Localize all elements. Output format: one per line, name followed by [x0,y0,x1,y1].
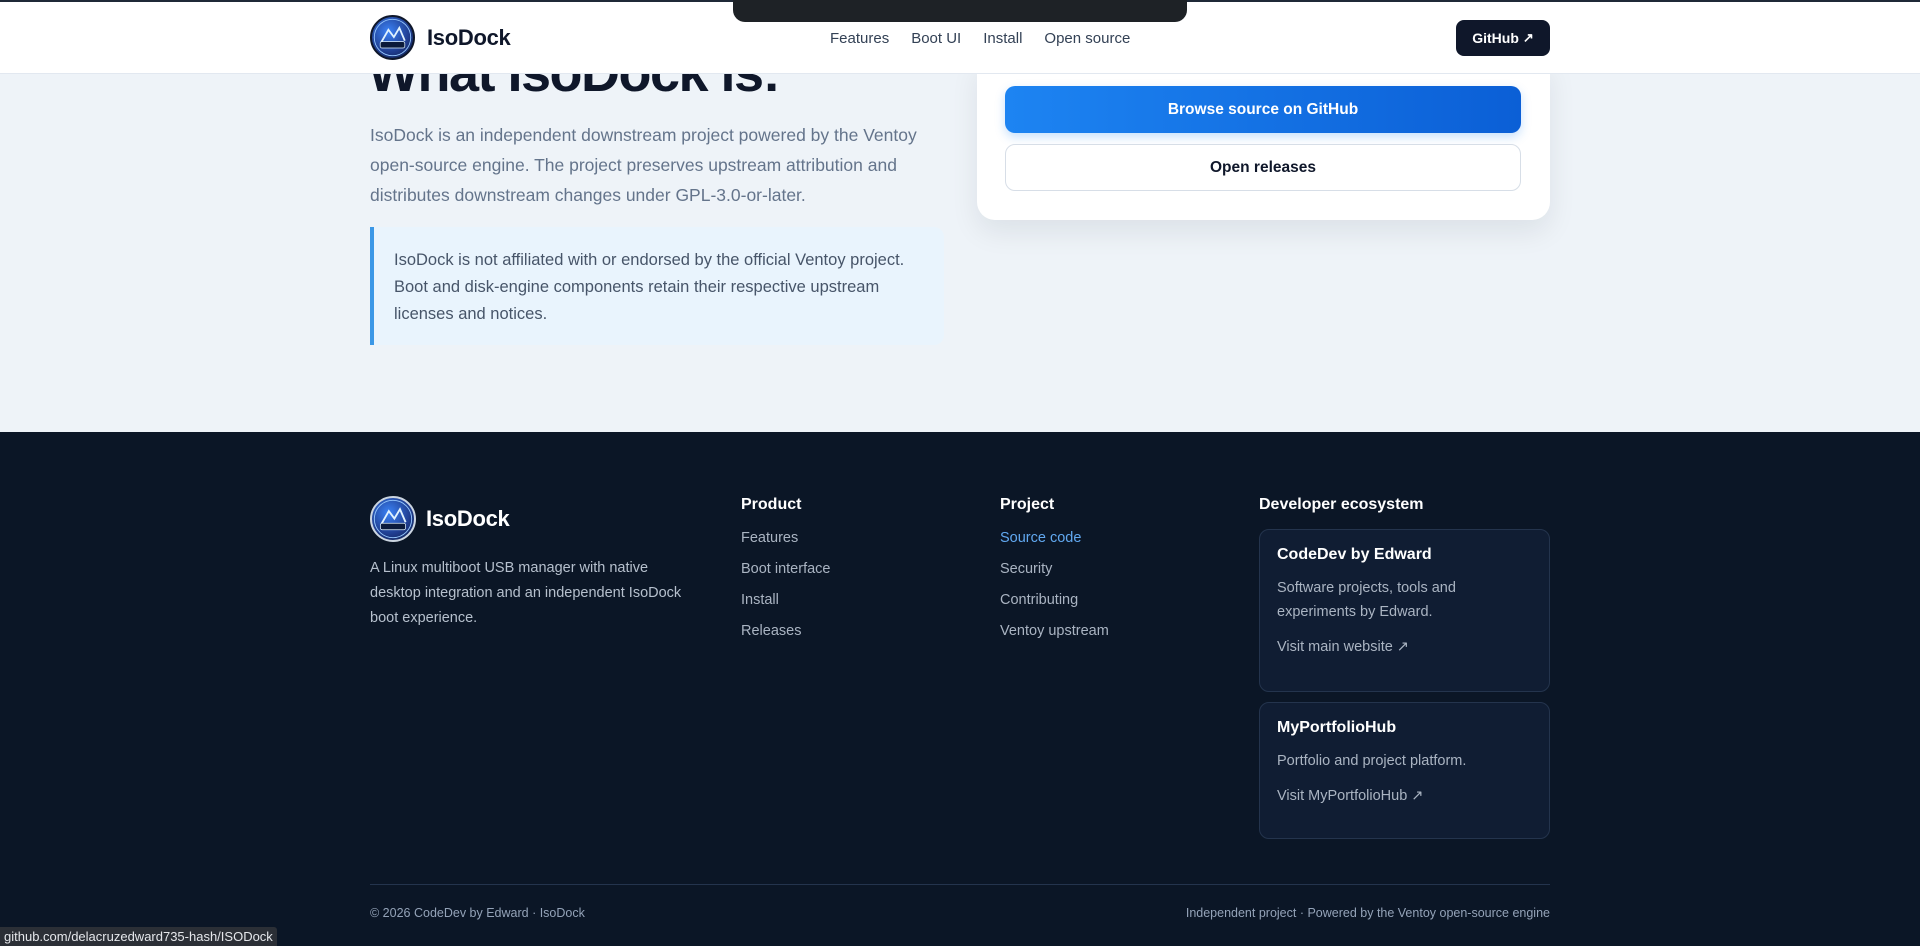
ecosystem-card-desc: Portfolio and project platform. [1277,753,1467,769]
notice-text: IsoDock is not affiliated with or endors… [394,251,905,323]
footer-logo-icon [370,496,416,542]
footer-link-ventoy-upstream[interactable]: Ventoy upstream [1000,621,1109,641]
ecosystem-card-desc: Software projects, tools and experiments… [1277,580,1456,620]
footer-product-title: Product [741,496,802,513]
visit-main-website-link[interactable]: Visit main website ↗ [1277,639,1409,655]
footer-product-column: Product Features Boot interface Install … [741,496,830,652]
nav-open-source[interactable]: Open source [1044,30,1130,47]
ecosystem-card-portfolio: MyPortfolioHub Portfolio and project pla… [1259,702,1550,839]
github-button[interactable]: GitHub ↗ [1456,20,1550,56]
open-releases-button[interactable]: Open releases [1005,144,1521,191]
footer-link-releases[interactable]: Releases [741,621,830,641]
nav-features[interactable]: Features [830,30,889,47]
footer-project-column: Project Source code Security Contributin… [1000,496,1109,652]
ecosystem-card-title: MyPortfolioHub [1277,719,1397,736]
footer-project-title: Project [1000,496,1055,513]
nav-boot-ui[interactable]: Boot UI [911,30,961,47]
external-link-icon: ↗ [1522,30,1534,45]
site-footer: IsoDock A Linux multiboot USB manager wi… [0,432,1920,946]
ecosystem-card-title: CodeDev by Edward [1277,546,1432,563]
nav-install[interactable]: Install [983,30,1022,47]
footer-attribution: Independent project · Powered by the Ven… [1185,906,1550,920]
footer-link-install[interactable]: Install [741,590,830,610]
footer-ecosystem-title: Developer ecosystem [1259,496,1424,513]
main-nav: Features Boot UI Install Open source [830,30,1130,47]
about-description: IsoDock is an independent downstream pro… [370,125,917,205]
brand-home-link[interactable]: IsoDock [370,15,511,60]
source-card: Browse source on GitHub Open releases [977,60,1550,220]
footer-brand-name: IsoDock [426,506,510,531]
status-bar-url: github.com/delacruzedward735-hash/ISODoc… [0,927,277,946]
footer-link-features[interactable]: Features [741,528,830,548]
github-label: GitHub [1472,30,1519,46]
footer-tagline: A Linux multiboot USB manager with nativ… [370,560,682,626]
footer-link-source-code[interactable]: Source code [1000,528,1109,548]
ecosystem-card-codedev: CodeDev by Edward Software projects, too… [1259,529,1550,692]
logo-icon [370,15,415,60]
footer-link-boot-interface[interactable]: Boot interface [741,559,830,579]
footer-brand[interactable]: IsoDock [370,496,510,542]
footer-divider [370,884,1550,885]
affiliation-notice: IsoDock is not affiliated with or endors… [370,227,944,345]
footer-link-contributing[interactable]: Contributing [1000,590,1109,610]
footer-copyright: © 2026 CodeDev by Edward · IsoDock [370,906,585,920]
browse-source-button[interactable]: Browse source on GitHub [1005,86,1521,133]
overlay-bar [733,0,1187,22]
footer-link-security[interactable]: Security [1000,559,1109,579]
visit-portfolio-link[interactable]: Visit MyPortfolioHub ↗ [1277,788,1423,804]
brand-name: IsoDock [427,24,511,50]
